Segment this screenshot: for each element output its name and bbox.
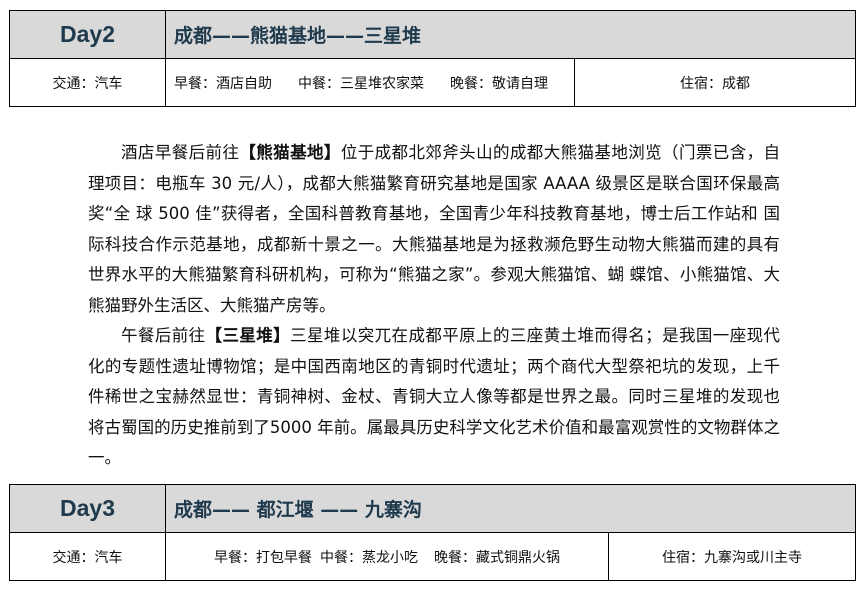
day3-lunch: 中餐：蒸龙小吃 <box>320 549 418 566</box>
day3-route: 成都—— 都江堰 —— 九寨沟 <box>165 484 856 533</box>
day2-label: Day2 <box>9 10 166 59</box>
day3-dinner: 晚餐：藏式铜鼎火锅 <box>434 549 560 566</box>
day2-lodging: 住宿：成都 <box>574 58 856 107</box>
day2-transport: 交通：汽车 <box>9 58 166 107</box>
day2-header-row: Day2 成都——熊猫基地——三星堆 <box>9 10 856 59</box>
day2-dinner: 晚餐：敬请自理 <box>450 75 548 92</box>
day2-route: 成都——熊猫基地——三星堆 <box>165 10 856 59</box>
day3-lodging: 住宿：九寨沟或川主寺 <box>608 532 856 581</box>
day3-label: Day3 <box>9 484 166 533</box>
highlight-sanxingdui: 【三星堆】 <box>205 326 291 345</box>
day3-header-row: Day3 成都—— 都江堰 —— 九寨沟 <box>9 484 856 533</box>
paragraph-panda-base: 酒店早餐后前往【熊猫基地】位于成都北郊斧头山的成都大熊猫基地浏览（门票已含，自理… <box>88 143 781 315</box>
day3-breakfast: 早餐：打包早餐 <box>214 549 312 566</box>
paragraph-sanxingdui: 午餐后前往【三星堆】三星堆以突兀在成都平原上的三座黄土堆而得名；是我国一座现代化… <box>88 326 781 467</box>
highlight-panda-base: 【熊猫基地】 <box>239 143 341 162</box>
day2-info-row: 交通：汽车 早餐：酒店自助 中餐：三星堆农家菜 晚餐：敬请自理 住宿：成都 <box>9 58 856 107</box>
day2-table: Day2 成都——熊猫基地——三星堆 交通：汽车 早餐：酒店自助 中餐：三星堆农家… <box>9 10 856 107</box>
day2-meals: 早餐：酒店自助 中餐：三星堆农家菜 晚餐：敬请自理 <box>165 58 575 107</box>
day2-lunch: 中餐：三星堆农家菜 <box>298 75 424 92</box>
day3-transport: 交通：汽车 <box>9 532 166 581</box>
day3-table: Day3 成都—— 都江堰 —— 九寨沟 交通：汽车 早餐：打包早餐 中餐：蒸龙小… <box>9 484 856 581</box>
day2-breakfast: 早餐：酒店自助 <box>174 75 272 92</box>
day3-meals: 早餐：打包早餐 中餐：蒸龙小吃 晚餐：藏式铜鼎火锅 <box>165 532 609 581</box>
day3-info-row: 交通：汽车 早餐：打包早餐 中餐：蒸龙小吃 晚餐：藏式铜鼎火锅 住宿：九寨沟或川主寺 <box>9 532 856 581</box>
day2-description: 酒店早餐后前往【熊猫基地】位于成都北郊斧头山的成都大熊猫基地浏览（门票已含，自理… <box>88 138 780 474</box>
